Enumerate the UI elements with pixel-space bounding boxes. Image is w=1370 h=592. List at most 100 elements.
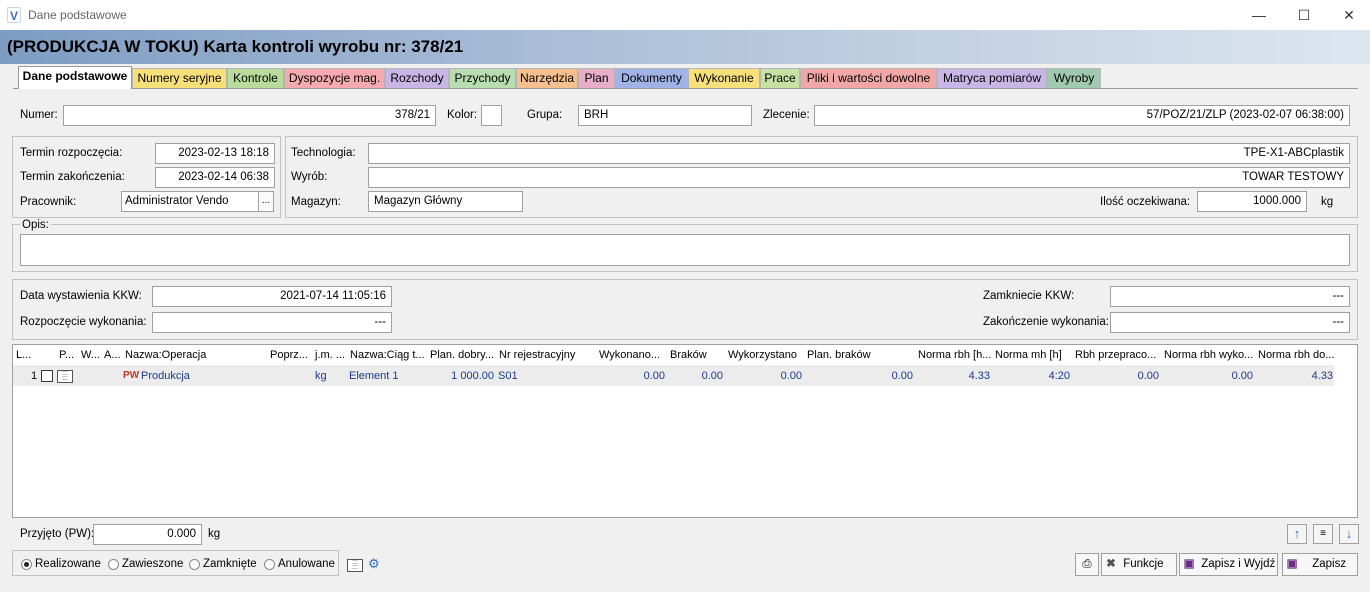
description-field[interactable] <box>20 234 1350 266</box>
app-logo-icon: V <box>7 7 21 23</box>
row-norm-rbh-do: 4.33 <box>1311 370 1333 382</box>
technology-label: Technologia: <box>291 147 356 159</box>
row-unit: kg <box>315 370 327 382</box>
grupa-field[interactable]: BRH <box>578 105 752 126</box>
tab-rozchody[interactable]: Rozchody <box>385 68 449 88</box>
save-label: Zapisz <box>1312 558 1347 570</box>
kolor-field[interactable] <box>481 105 502 126</box>
status-label-zamkniete[interactable]: Zamknięte <box>203 558 257 570</box>
column-header[interactable]: Nazwa:Ciąg t... <box>350 349 425 361</box>
save-exit-button[interactable]: ▣ Zapisz i Wyjdź <box>1179 553 1278 576</box>
functions-button[interactable]: ✖ Funkcje <box>1101 553 1177 576</box>
warehouse-label: Magazyn: <box>291 196 341 208</box>
column-header[interactable]: Norma rbh wyko... <box>1164 349 1253 361</box>
row-table-icon[interactable]: :::::: <box>57 370 73 383</box>
technology-field[interactable]: TPE-X1-ABCplastik <box>368 143 1350 164</box>
column-header[interactable]: Nazwa:Operacja <box>125 349 206 361</box>
worker-field[interactable]: Administrator Vendo <box>121 191 259 212</box>
page-title: (PRODUKCJA W TOKU) Karta kontroli wyrobu… <box>7 37 464 56</box>
maximize-icon[interactable]: ☐ <box>1281 0 1327 30</box>
column-header[interactable]: L... <box>16 349 31 361</box>
status-radio-realizowane[interactable] <box>21 559 32 570</box>
save-button[interactable]: ▣ Zapisz <box>1282 553 1358 576</box>
close-icon[interactable]: ✕ <box>1326 0 1370 30</box>
row-plan-rejects: 0.00 <box>891 370 913 382</box>
column-header[interactable]: Rbh przepraco... <box>1075 349 1156 361</box>
end-date-field[interactable]: 2023-02-14 06:38 <box>155 167 275 188</box>
move-up-icon[interactable]: ↑ <box>1287 524 1307 544</box>
tab-matryca-pomiarow[interactable]: Matryca pomiarów <box>937 68 1047 88</box>
kolor-label: Kolor: <box>447 109 478 121</box>
exec-start-field[interactable]: --- <box>152 312 392 333</box>
end-date-label: Termin zakończenia: <box>20 171 125 183</box>
numer-field[interactable]: 378/21 <box>63 105 436 126</box>
row-norm-rbh-exec: 0.00 <box>1231 370 1253 382</box>
expected-qty-field[interactable]: 1000.000 <box>1197 191 1307 212</box>
functions-label: Funkcje <box>1123 558 1164 570</box>
worker-label: Pracownik: <box>20 196 77 208</box>
accepted-field[interactable]: 0.000 <box>93 524 202 545</box>
status-radio-zawieszone[interactable] <box>108 559 119 570</box>
zlecenie-field[interactable]: 57/POZ/21/ZLP (2023-02-07 06:38:00) <box>814 105 1350 126</box>
tab-przychody[interactable]: Przychody <box>449 68 516 88</box>
column-header[interactable]: P... <box>59 349 74 361</box>
minimize-icon[interactable]: — <box>1236 0 1282 30</box>
column-header[interactable]: Norma rbh [h... <box>918 349 991 361</box>
product-field[interactable]: TOWAR TESTOWY <box>368 167 1350 188</box>
column-header[interactable]: Wykonano... <box>599 349 660 361</box>
row-norm-rbh: 4.33 <box>968 370 990 382</box>
row-chain: Element 1 <box>349 370 399 382</box>
kkw-issue-field[interactable]: 2021-07-14 11:05:16 <box>152 286 392 307</box>
save-icon: ▣ <box>1183 558 1195 570</box>
column-header[interactable]: Plan. dobry... <box>430 349 494 361</box>
printer-icon: ⎙ <box>1082 558 1092 570</box>
kkw-issue-label: Data wystawienia KKW: <box>20 290 142 302</box>
tab-dyspozycje-mag[interactable]: Dyspozycje mag. <box>284 68 385 88</box>
column-header[interactable]: Braków <box>670 349 707 361</box>
status-radio-zamkniete[interactable] <box>189 559 200 570</box>
row-plan-good: 1 000.00 <box>451 370 494 382</box>
status-label-realizowane[interactable]: Realizowane <box>35 558 101 570</box>
column-header[interactable]: Nr rejestracyjny <box>499 349 575 361</box>
tab-wykonanie[interactable]: Wykonanie <box>688 68 760 88</box>
status-label-anulowane[interactable]: Anulowane <box>278 558 335 570</box>
move-down-icon[interactable]: ↓ <box>1339 524 1359 544</box>
tab-dokumenty[interactable]: Dokumenty <box>615 68 688 88</box>
grupa-label: Grupa: <box>527 109 563 121</box>
tab-narzedzia[interactable]: Narzędzia <box>516 68 578 88</box>
column-header[interactable]: j.m. ... <box>315 349 345 361</box>
tab-dane-podstawowe[interactable]: Dane podstawowe <box>18 66 132 89</box>
calculator-icon[interactable]: :::::: <box>347 559 363 572</box>
worker-browse-button[interactable]: ... <box>258 191 274 212</box>
description-label: Opis: <box>20 219 51 231</box>
tab-plan[interactable]: Plan <box>578 68 615 88</box>
row-operation: Produkcja <box>141 370 190 382</box>
tab-numery-seryjne[interactable]: Numery seryjne <box>132 68 227 88</box>
column-header[interactable]: Plan. braków <box>807 349 871 361</box>
window-title: Dane podstawowe <box>28 8 127 22</box>
start-date-field[interactable]: 2023-02-13 18:18 <box>155 143 275 164</box>
column-header[interactable]: Poprz... <box>270 349 308 361</box>
column-header[interactable]: Norma rbh do... <box>1258 349 1334 361</box>
row-norm-mh: 4:20 <box>1048 370 1070 382</box>
tools-settings-icon[interactable]: ⚙ <box>368 556 384 574</box>
status-label-zawieszone[interactable]: Zawieszone <box>122 558 183 570</box>
column-header[interactable]: Norma mh [h] <box>995 349 1062 361</box>
status-radio-anulowane[interactable] <box>264 559 275 570</box>
row-checkbox[interactable] <box>41 370 53 382</box>
warehouse-field[interactable]: Magazyn Główny <box>368 191 523 212</box>
tab-prace[interactable]: Prace <box>760 68 800 88</box>
wrench-icon: ✖ <box>1106 558 1116 570</box>
tab-kontrole[interactable]: Kontrole <box>227 68 284 88</box>
column-header[interactable]: W... <box>81 349 100 361</box>
tab-wyroby[interactable]: Wyroby <box>1047 68 1101 88</box>
exec-end-field[interactable]: --- <box>1110 312 1350 333</box>
column-header[interactable]: Wykorzystano <box>728 349 797 361</box>
list-settings-icon[interactable]: ≡ <box>1313 524 1333 544</box>
expected-qty-label: Ilość oczekiwana: <box>1100 196 1191 208</box>
tab-pliki-wartosci[interactable]: Pliki i wartości dowolne <box>800 68 937 88</box>
save-exit-label: Zapisz i Wyjdź <box>1201 558 1276 570</box>
column-header[interactable]: A... <box>104 349 121 361</box>
print-button[interactable]: ⎙ <box>1075 553 1099 576</box>
kkw-close-field[interactable]: --- <box>1110 286 1350 307</box>
